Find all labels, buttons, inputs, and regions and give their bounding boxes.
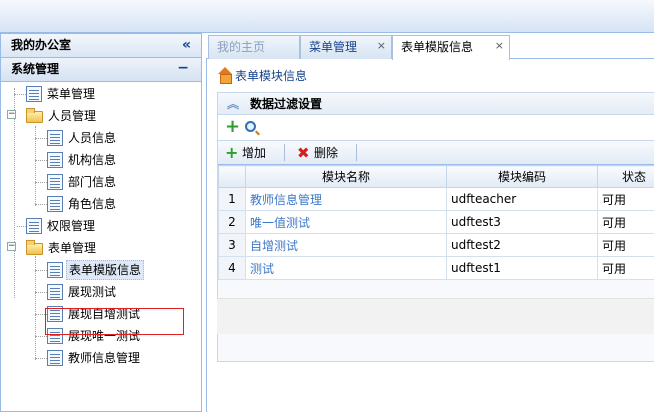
- folder-open-icon: [26, 108, 43, 123]
- system-management-section[interactable]: 系统管理 −: [1, 58, 201, 82]
- status-cell: 可用: [597, 233, 654, 257]
- col-status[interactable]: 状态: [597, 165, 654, 188]
- row-number: 3: [218, 233, 246, 257]
- section-collapse-icon[interactable]: −: [177, 57, 189, 80]
- module-name-link[interactable]: 教师信息管理: [245, 187, 447, 211]
- tab-menu-management[interactable]: 菜单管理 ×: [300, 35, 392, 59]
- grid-toolbar: + 增加 ✖ 删除: [218, 141, 654, 165]
- folder-open-icon: [26, 240, 43, 255]
- close-icon[interactable]: ×: [377, 35, 386, 57]
- status-cell: 可用: [597, 210, 654, 234]
- filter-tools: +: [218, 115, 654, 141]
- table-row[interactable]: 1 教师信息管理 udfteacher 可用: [218, 187, 654, 211]
- collapse-toggle-icon[interactable]: −: [7, 110, 16, 119]
- module-code: udftest2: [446, 233, 598, 257]
- main-content: 表单模块信息 ︽ 数据过滤设置 + + 增加 ✖ 删除 模块名称 模块编码 状态…: [206, 59, 654, 412]
- filter-title: 数据过滤设置: [250, 97, 323, 111]
- row-number: 2: [218, 210, 246, 234]
- close-icon[interactable]: ×: [495, 35, 504, 57]
- grid-footer: [217, 298, 654, 334]
- module-name-link[interactable]: 测试: [245, 256, 447, 280]
- document-icon: [47, 174, 63, 190]
- plus-icon: +: [225, 143, 239, 162]
- highlight-box: [45, 308, 184, 335]
- table-header-row: 模块名称 模块编码 状态: [218, 165, 654, 188]
- document-icon: [26, 218, 42, 234]
- sidebar-item-role-info[interactable]: 角色信息: [47, 194, 118, 214]
- breadcrumb: 表单模块信息: [217, 67, 307, 87]
- document-icon: [47, 152, 63, 168]
- module-table: 模块名称 模块编码 状态 1 教师信息管理 udfteacher 可用 2 唯一…: [218, 165, 654, 280]
- sidebar-header: 我的办公室 «: [1, 34, 201, 58]
- sidebar-item-department-info[interactable]: 部门信息: [47, 172, 118, 192]
- sidebar-item-display-test[interactable]: 展现测试: [47, 282, 118, 302]
- section-title: 系统管理: [11, 62, 60, 76]
- module-code: udftest3: [446, 210, 598, 234]
- sidebar-item-personnel-info[interactable]: 人员信息: [47, 128, 118, 148]
- sidebar-item-personnel-management[interactable]: 人员管理: [26, 106, 98, 126]
- sidebar-item-menu-management[interactable]: 菜单管理: [26, 84, 97, 104]
- add-filter-icon[interactable]: +: [225, 118, 240, 136]
- table-row[interactable]: 2 唯一值测试 udftest3 可用: [218, 210, 654, 234]
- module-name-link[interactable]: 唯一值测试: [245, 210, 447, 234]
- sidebar-item-org-info[interactable]: 机构信息: [47, 150, 118, 170]
- home-icon: [217, 67, 233, 84]
- top-banner: [0, 0, 654, 33]
- sidebar-item-form-template-info[interactable]: 表单模版信息: [47, 260, 145, 280]
- collapse-sidebar-icon[interactable]: «: [182, 34, 191, 57]
- document-icon: [47, 350, 63, 366]
- table-row[interactable]: 4 测试 udftest1 可用: [218, 256, 654, 280]
- sidebar-item-form-management[interactable]: 表单管理: [26, 238, 98, 258]
- document-icon: [47, 130, 63, 146]
- module-name-link[interactable]: 自增测试: [245, 233, 447, 257]
- delete-button[interactable]: ✖ 删除: [294, 142, 338, 164]
- module-code: udfteacher: [446, 187, 598, 211]
- search-icon[interactable]: [245, 121, 256, 132]
- col-module-code[interactable]: 模块编码: [446, 165, 598, 188]
- status-cell: 可用: [597, 187, 654, 211]
- row-number: 1: [218, 187, 246, 211]
- tab-form-template-info[interactable]: 表单模版信息 ×: [392, 35, 510, 60]
- tab-my-homepage[interactable]: 我的主页: [208, 35, 300, 59]
- table-row[interactable]: 3 自增测试 udftest2 可用: [218, 233, 654, 257]
- col-rownum: [218, 165, 246, 188]
- collapse-toggle-icon[interactable]: −: [7, 242, 16, 251]
- col-module-name[interactable]: 模块名称: [245, 165, 447, 188]
- sidebar: 我的办公室 « 系统管理 − 菜单管理 − 人员管理 人员信息 机构信息 部门信…: [0, 33, 202, 412]
- nav-tree: 菜单管理 − 人员管理 人员信息 机构信息 部门信息 角色信息 权限管理 − 表…: [1, 82, 201, 402]
- sidebar-title: 我的办公室: [11, 38, 72, 52]
- delete-x-icon: ✖: [297, 144, 310, 162]
- row-number: 4: [218, 256, 246, 280]
- sidebar-item-permission-management[interactable]: 权限管理: [26, 216, 97, 236]
- module-code: udftest1: [446, 256, 598, 280]
- status-cell: 可用: [597, 256, 654, 280]
- tab-strip: 我的主页 菜单管理 × 表单模版信息 ×: [206, 33, 654, 60]
- document-icon: [47, 262, 63, 278]
- document-icon: [47, 284, 63, 300]
- page-title: 表单模块信息: [235, 69, 308, 83]
- sidebar-item-teacher-info-management[interactable]: 教师信息管理: [47, 348, 142, 368]
- document-icon: [26, 86, 42, 102]
- document-icon: [47, 196, 63, 212]
- filter-header[interactable]: ︽ 数据过滤设置: [218, 93, 654, 115]
- collapse-up-icon[interactable]: ︽: [227, 93, 239, 115]
- add-button[interactable]: + 增加: [222, 142, 266, 164]
